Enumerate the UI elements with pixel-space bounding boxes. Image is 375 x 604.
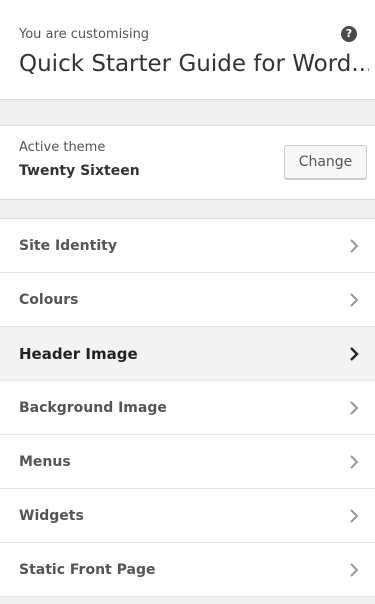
section-label: Background Image	[19, 400, 167, 416]
section-label: Header Image	[19, 345, 138, 363]
chevron-right-icon	[349, 292, 359, 308]
chevron-right-icon	[349, 346, 359, 362]
chevron-right-icon	[349, 454, 359, 470]
active-theme-box: Active theme Twenty Sixteen Change	[0, 125, 375, 200]
chevron-right-icon	[349, 508, 359, 524]
section-static-front-page[interactable]: Static Front Page	[0, 543, 375, 597]
section-menus[interactable]: Menus	[0, 435, 375, 489]
site-title: Quick Starter Guide for Word...	[19, 51, 369, 77]
section-label: Colours	[19, 292, 79, 308]
customizer-info: You are customising Quick Starter Guide …	[0, 0, 375, 100]
chevron-right-icon	[349, 562, 359, 578]
section-site-identity[interactable]: Site Identity	[0, 219, 375, 273]
section-label: Site Identity	[19, 238, 117, 254]
customising-label: You are customising	[19, 27, 150, 42]
section-label: Menus	[19, 454, 71, 470]
section-colours[interactable]: Colours	[0, 273, 375, 327]
section-widgets[interactable]: Widgets	[0, 489, 375, 543]
section-label: Static Front Page	[19, 562, 156, 578]
change-theme-button[interactable]: Change	[284, 145, 367, 179]
section-label: Widgets	[19, 508, 84, 524]
chevron-right-icon	[349, 400, 359, 416]
help-question-icon[interactable]: ?	[341, 26, 357, 42]
customizer-panel: You are customising Quick Starter Guide …	[0, 0, 375, 604]
section-background-image[interactable]: Background Image	[0, 381, 375, 435]
section-gap	[0, 200, 375, 218]
section-gap	[0, 100, 375, 125]
section-header-image[interactable]: Header Image	[0, 327, 375, 381]
chevron-right-icon	[349, 238, 359, 254]
customizer-sections: Site Identity Colours Header Image Backg…	[0, 218, 375, 597]
